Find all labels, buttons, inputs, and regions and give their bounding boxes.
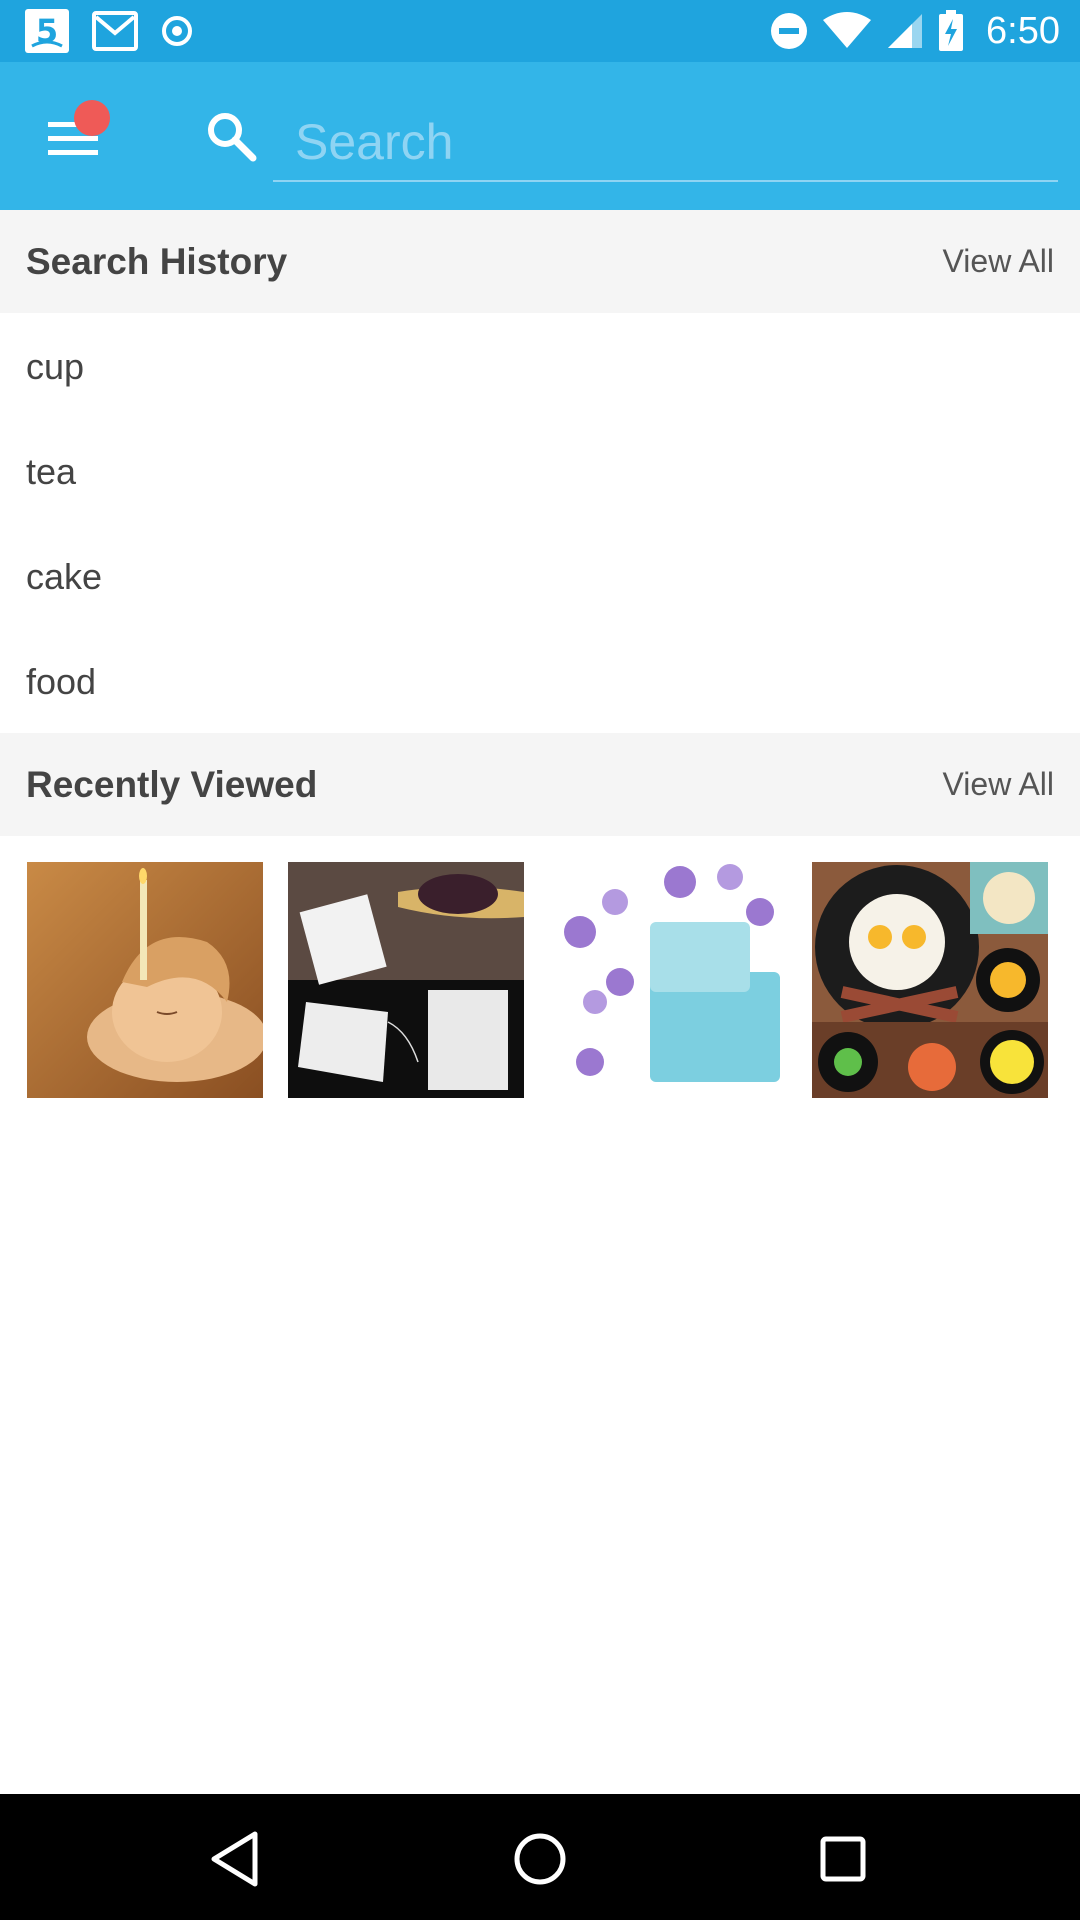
recent-item-tea-bags[interactable]: [288, 862, 524, 1098]
birthday-cake-letter-cutters-photo: [550, 862, 786, 1098]
status-clock: 6:50: [986, 9, 1060, 52]
history-item-tea[interactable]: tea: [0, 419, 1080, 524]
search-history-view-all-button[interactable]: View All: [943, 210, 1054, 313]
record-icon: [162, 16, 192, 46]
history-item-cake[interactable]: cake: [0, 524, 1080, 629]
recent-item-ear-candle[interactable]: [27, 862, 263, 1098]
tea-filter-bags-photo: [288, 862, 524, 1098]
battery-charging-icon: [939, 10, 964, 51]
search-history-title: Search History: [26, 241, 288, 282]
recently-viewed-view-all-button[interactable]: View All: [943, 733, 1054, 836]
recently-viewed-row: [27, 862, 1053, 1098]
recently-viewed-title: Recently Viewed: [26, 764, 318, 805]
channel-5-icon: 5: [25, 9, 69, 53]
gmail-icon: [92, 11, 138, 51]
back-icon[interactable]: [200, 1824, 270, 1894]
recents-icon[interactable]: [808, 1824, 878, 1894]
skull-egg-mold-frying-pan-photo: [812, 862, 1048, 1098]
menu-button[interactable]: [40, 100, 120, 170]
do-not-disturb-icon: [771, 13, 808, 49]
history-item-cup[interactable]: cup: [0, 314, 1080, 419]
search-history-list: cup tea cake food: [0, 314, 1080, 734]
search-icon[interactable]: [205, 110, 257, 162]
status-bar: 5 6:50: [0, 0, 1080, 62]
system-nav-bar: [0, 1794, 1080, 1920]
recent-item-egg-molds[interactable]: [812, 862, 1048, 1098]
wifi-icon: [823, 12, 872, 48]
app-toolbar: [0, 62, 1080, 210]
recently-viewed-header: Recently Viewed View All: [0, 733, 1080, 836]
ear-candle-spa-photo: [27, 862, 263, 1098]
notification-dot: [74, 100, 110, 136]
cell-signal-icon: [888, 14, 923, 48]
search-input[interactable]: [273, 104, 1058, 182]
history-item-food[interactable]: food: [0, 629, 1080, 734]
home-icon[interactable]: [505, 1824, 575, 1894]
search-history-header: Search History View All: [0, 210, 1080, 313]
recent-item-cake-cutters[interactable]: [550, 862, 786, 1098]
